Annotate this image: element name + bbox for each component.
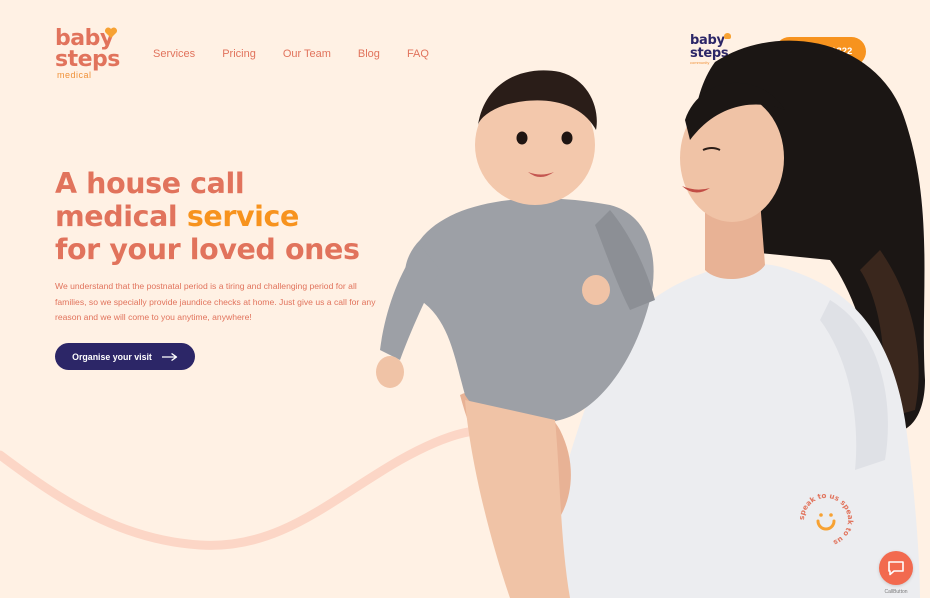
logo-line-steps: steps: [55, 47, 120, 72]
arrow-right-icon: [161, 352, 177, 361]
smile-icon: [816, 513, 836, 531]
nav-item-pricing[interactable]: Pricing: [222, 47, 256, 61]
organise-visit-label: Organise your visit: [72, 351, 152, 362]
chat-button-label: CallButton: [884, 589, 908, 595]
chat-button[interactable]: [879, 551, 913, 585]
hero-title-accent: service: [186, 200, 300, 233]
hero-description: We understand that the postnatal period …: [55, 281, 376, 322]
logo-line-baby: baby: [55, 26, 114, 51]
speak-to-us-badge[interactable]: speak to us speak to us: [796, 490, 856, 550]
chat-icon: [888, 561, 904, 576]
hero-title-line-1: A house call: [55, 167, 245, 200]
hero-title-line-3: for your loved ones: [55, 233, 360, 266]
hero-title-line-2: medical: [55, 200, 187, 233]
heart-icon: [104, 27, 118, 38]
nav-item-services[interactable]: Services: [153, 47, 195, 61]
speak-badge-text: speak to us speak to us: [797, 491, 855, 548]
organise-visit-button[interactable]: Organise your visit: [55, 343, 195, 370]
nav-item-our-team[interactable]: Our Team: [283, 47, 331, 61]
brand-logo[interactable]: baby steps medical: [55, 26, 135, 80]
